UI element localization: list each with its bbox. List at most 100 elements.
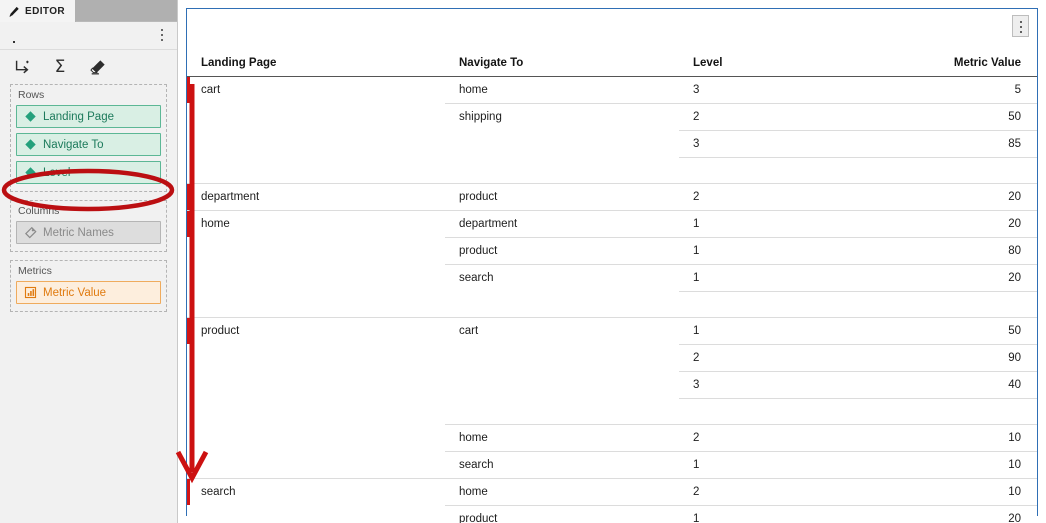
cell-landing-page: product [187, 317, 445, 479]
sidebar-toolbar: Σ [0, 50, 177, 84]
cell-navigate-to: search [445, 451, 679, 479]
tab-editor-label: EDITOR [25, 5, 65, 17]
table-row[interactable]: department product 2 20 [187, 183, 1037, 211]
row-group-marker [187, 318, 190, 344]
cell-metric-value: 20 [879, 210, 1037, 238]
cell-landing-page: cart [187, 76, 445, 184]
cell-level: 1 [679, 317, 879, 345]
cell-metric-value: 10 [879, 424, 1037, 452]
field-chip-level[interactable]: Level [16, 161, 161, 184]
cell-navigate-to: search [445, 264, 679, 318]
crosstab-body: cart home 3 5 shipping 2 50 3 85 department produc… [187, 76, 1037, 523]
add-hierarchy-icon[interactable] [12, 57, 32, 77]
bar-metric-icon [24, 286, 37, 299]
sigma-glyph: Σ [54, 56, 66, 77]
cell-level: 2 [679, 424, 879, 452]
column-header-metric-value[interactable]: Metric Value [879, 57, 1037, 77]
cell-level: 1 [679, 451, 879, 479]
cell-metric-value: 20 [879, 264, 1037, 292]
cell-landing-page: home [187, 210, 445, 318]
row-group-marker [187, 479, 190, 505]
field-chip-navigate-to[interactable]: Navigate To [16, 133, 161, 156]
columns-shelf[interactable]: Columns Metric Names [10, 200, 167, 252]
row-group-marker [187, 77, 190, 103]
diamond-dimension-icon [24, 166, 37, 179]
cell-metric-value: 50 [879, 103, 1037, 131]
cell-metric-value: 80 [879, 237, 1037, 265]
cell-navigate-to: product [445, 505, 679, 523]
cell-level: 2 [679, 344, 879, 372]
cell-level: 2 [679, 103, 879, 131]
crosstab-table: Landing Page Navigate To Level Metric Va… [187, 57, 1037, 523]
field-chip-metric-names[interactable]: Metric Names [16, 221, 161, 244]
rows-shelf[interactable]: Rows Landing Page Navigate To Level [10, 84, 167, 192]
cell-navigate-to: home [445, 76, 679, 104]
cell-metric-value: 50 [879, 317, 1037, 345]
cell-metric-value [879, 398, 1037, 425]
cell-metric-value [879, 157, 1037, 184]
tag-metric-names-icon [24, 226, 37, 239]
cell-metric-value: 85 [879, 130, 1037, 158]
field-chip-label: Metric Value [43, 286, 107, 299]
metrics-shelf[interactable]: Metrics Metric Value [10, 260, 167, 312]
cell-navigate-to: cart [445, 317, 679, 425]
cell-level: 2 [679, 478, 879, 506]
diamond-dimension-icon [24, 110, 37, 123]
cell-level [679, 157, 879, 184]
cell-text: cart [201, 84, 221, 96]
cell-text: home [201, 218, 230, 230]
table-row[interactable]: product cart 1 50 [187, 317, 1037, 479]
rows-shelf-title: Rows [18, 89, 45, 101]
cell-metric-value: 40 [879, 371, 1037, 399]
cell-navigate-to: shipping [445, 103, 679, 184]
column-header-landing-page[interactable]: Landing Page [187, 57, 445, 77]
viz-kebab-menu-icon[interactable] [1012, 15, 1029, 37]
cell-metric-value: 20 [879, 183, 1037, 211]
cell-level: 3 [679, 76, 879, 104]
cell-metric-value [879, 291, 1037, 318]
sidebar-header [0, 22, 177, 50]
cell-navigate-to: product [445, 183, 679, 211]
tab-editor[interactable]: EDITOR [0, 0, 76, 22]
column-header-navigate-to[interactable]: Navigate To [445, 57, 679, 77]
diamond-dimension-icon [24, 138, 37, 151]
cell-level: 1 [679, 237, 879, 265]
cell-metric-value: 10 [879, 451, 1037, 479]
field-chip-label: Landing Page [43, 110, 114, 123]
cell-navigate-to: home [445, 478, 679, 506]
field-chip-label: Metric Names [43, 226, 114, 239]
cell-metric-value: 10 [879, 478, 1037, 506]
cell-level [679, 291, 879, 318]
field-chip-metric-value[interactable]: Metric Value [16, 281, 161, 304]
cell-landing-page: search [187, 478, 445, 523]
sigma-total-icon[interactable]: Σ [50, 57, 70, 77]
row-group-marker [187, 184, 190, 210]
column-header-level[interactable]: Level [679, 57, 879, 77]
table-row[interactable]: search home 2 10 [187, 478, 1037, 523]
sidebar-dot-marker [13, 41, 15, 43]
editor-sidebar: EDITOR Σ Rows Landing Page Navigate To L… [0, 0, 178, 523]
cell-level: 1 [679, 264, 879, 292]
table-row[interactable]: cart home 3 5 [187, 76, 1037, 184]
cell-level: 1 [679, 505, 879, 523]
eraser-clear-icon[interactable] [88, 57, 108, 77]
cell-navigate-to: department [445, 210, 679, 238]
cell-text: search [201, 486, 236, 498]
cell-level: 3 [679, 371, 879, 399]
columns-shelf-title: Columns [18, 205, 60, 217]
cell-level: 1 [679, 210, 879, 238]
cell-level: 2 [679, 183, 879, 211]
row-group-marker [187, 211, 190, 237]
field-chip-label: Level [43, 166, 71, 179]
field-chip-landing-page[interactable]: Landing Page [16, 105, 161, 128]
table-row[interactable]: home department 1 20 [187, 210, 1037, 318]
crosstab-panel: Landing Page Navigate To Level Metric Va… [186, 8, 1038, 523]
cell-metric-value: 90 [879, 344, 1037, 372]
cell-text: department [201, 191, 260, 203]
sidebar-tabstrip: EDITOR [0, 0, 177, 22]
cell-metric-value: 5 [879, 76, 1037, 104]
cell-text: product [201, 325, 240, 337]
cell-navigate-to: product [445, 237, 679, 265]
cell-navigate-to: home [445, 424, 679, 452]
sidebar-kebab-menu-icon[interactable] [156, 29, 168, 45]
